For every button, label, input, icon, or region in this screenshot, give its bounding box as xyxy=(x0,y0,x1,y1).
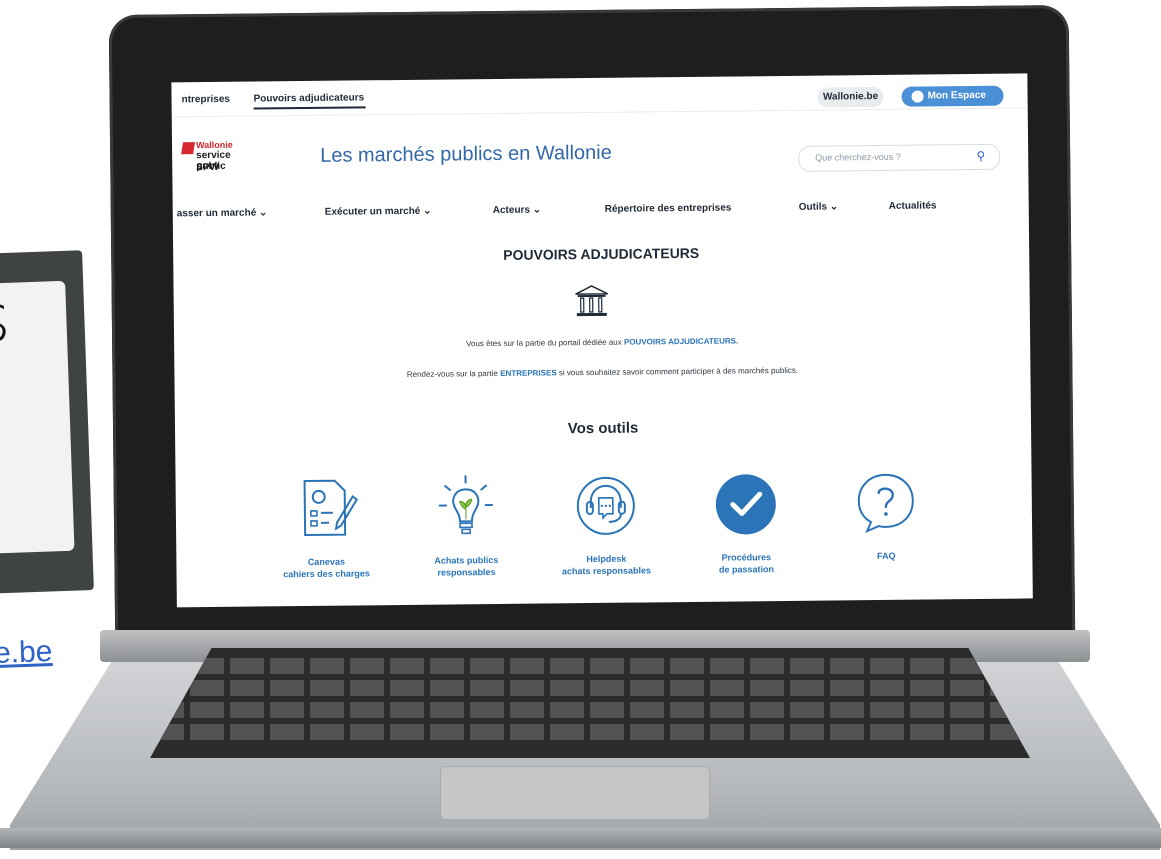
search-input[interactable]: Que cherchez-vous ? ⚲ xyxy=(798,143,1001,172)
tool-canevas[interactable]: Canevas cahiers des charges xyxy=(269,472,382,580)
tool-faq-line1: FAQ xyxy=(877,550,896,562)
nav-acteurs[interactable]: Acteurs ⌄ xyxy=(493,205,542,217)
site-title[interactable]: Les marchés publics en Wallonie xyxy=(320,142,612,168)
document-gear-icon xyxy=(303,479,359,537)
key-row xyxy=(150,702,1030,718)
tool-canevas-label: Canevas cahiers des charges xyxy=(270,555,382,580)
tool-procedures-label: Procédures de passation xyxy=(690,551,802,576)
intro-line-1-text: Vous êtes sur la partie du portail dédié… xyxy=(466,337,625,349)
nav-executer-un-marche[interactable]: Exécuter un marché ⌄ xyxy=(325,206,432,218)
user-icon xyxy=(911,90,924,103)
lightbulb-leaf-icon xyxy=(438,475,493,535)
nav-repertoire-entreprises[interactable]: Répertoire des entreprises xyxy=(605,203,732,215)
tool-procedures-line2: de passation xyxy=(718,564,775,575)
mon-espace-button[interactable]: Mon Espace xyxy=(901,85,1004,107)
tool-canevas-line2: cahiers des charges xyxy=(283,568,370,580)
side-card-inner xyxy=(0,280,75,554)
intro-line-1: Vous êtes sur la partie du portail dédié… xyxy=(174,333,1030,351)
headset-icon xyxy=(576,476,635,535)
tool-faq-label: FAQ xyxy=(830,549,942,562)
rooster-icon xyxy=(181,142,196,155)
key-row xyxy=(150,724,1030,740)
government-building-icon xyxy=(575,285,608,317)
check-circle-icon xyxy=(715,474,776,535)
key-row xyxy=(150,680,1030,696)
active-tab-indicator xyxy=(253,106,366,110)
intro-line-2: Rendez-vous sur la partie ENTREPRISES si… xyxy=(174,363,1030,381)
question-bubble-icon xyxy=(857,473,914,534)
pouvoirs-adjudicateurs-link[interactable]: POUVOIRS ADJUDICATEURS. xyxy=(624,336,738,346)
top-bar: ntreprises Pouvoirs adjudicateurs Wallon… xyxy=(171,73,1028,118)
wallonie-be-button[interactable]: Wallonie.be xyxy=(817,86,884,108)
tool-achats-label: Achats publics responsables xyxy=(410,554,522,579)
tool-achats-line2: responsables xyxy=(437,567,496,578)
tool-helpdesk-line2: achats responsables xyxy=(561,565,652,577)
nav-actualites[interactable]: Actualités xyxy=(889,200,937,211)
intro-line-2-prefix: Rendez-vous sur la partie xyxy=(406,368,501,379)
tools-grid: Canevas cahiers des charges Achats publi… xyxy=(269,466,930,593)
tool-helpdesk[interactable]: Helpdesk achats responsables xyxy=(549,469,662,577)
side-link[interactable]: e.be xyxy=(0,635,53,671)
tab-entreprises[interactable]: ntreprises xyxy=(182,94,230,106)
logo-spw: SPW xyxy=(196,161,220,174)
key-row xyxy=(150,658,1030,674)
tool-faq[interactable]: FAQ xyxy=(829,466,942,562)
tab-pouvoirs-adjudicateurs[interactable]: Pouvoirs adjudicateurs xyxy=(254,92,365,104)
main-nav: asser un marché ⌄ Exécuter un marché ⌄ A… xyxy=(173,199,1029,226)
intro-line-2-suffix: si vous souhaitez savoir comment partici… xyxy=(556,365,799,378)
mon-espace-label: Mon Espace xyxy=(927,89,986,102)
nav-outils[interactable]: Outils ⌄ xyxy=(799,201,839,212)
laptop-lid: ntreprises Pouvoirs adjudicateurs Wallon… xyxy=(108,4,1076,656)
tool-procedures[interactable]: Procédures de passation xyxy=(689,468,802,576)
tools-heading: Vos outils xyxy=(567,419,639,438)
spw-logo[interactable]: Wallonie service public SPW xyxy=(181,139,252,181)
tool-helpdesk-label: Helpdesk achats responsables xyxy=(550,552,662,577)
side-card xyxy=(0,250,94,594)
laptop-trackpad xyxy=(440,766,710,820)
search-icon[interactable]: ⚲ xyxy=(976,149,985,163)
laptop-keyboard xyxy=(150,648,1030,758)
laptop-screen: ntreprises Pouvoirs adjudicateurs Wallon… xyxy=(171,73,1033,608)
tool-achats-publics[interactable]: Achats publics responsables xyxy=(409,471,522,579)
search-placeholder: Que cherchez-vous ? xyxy=(815,151,901,163)
entreprises-link[interactable]: ENTREPRISES xyxy=(500,368,557,378)
laptop-front-edge xyxy=(0,828,1161,848)
page-title: POUVOIRS ADJUDICATEURS xyxy=(503,244,700,263)
side-card-letter: s xyxy=(0,280,10,357)
nav-passer-un-marche[interactable]: asser un marché ⌄ xyxy=(177,207,268,219)
logo-wallonie: Wallonie xyxy=(195,139,233,151)
